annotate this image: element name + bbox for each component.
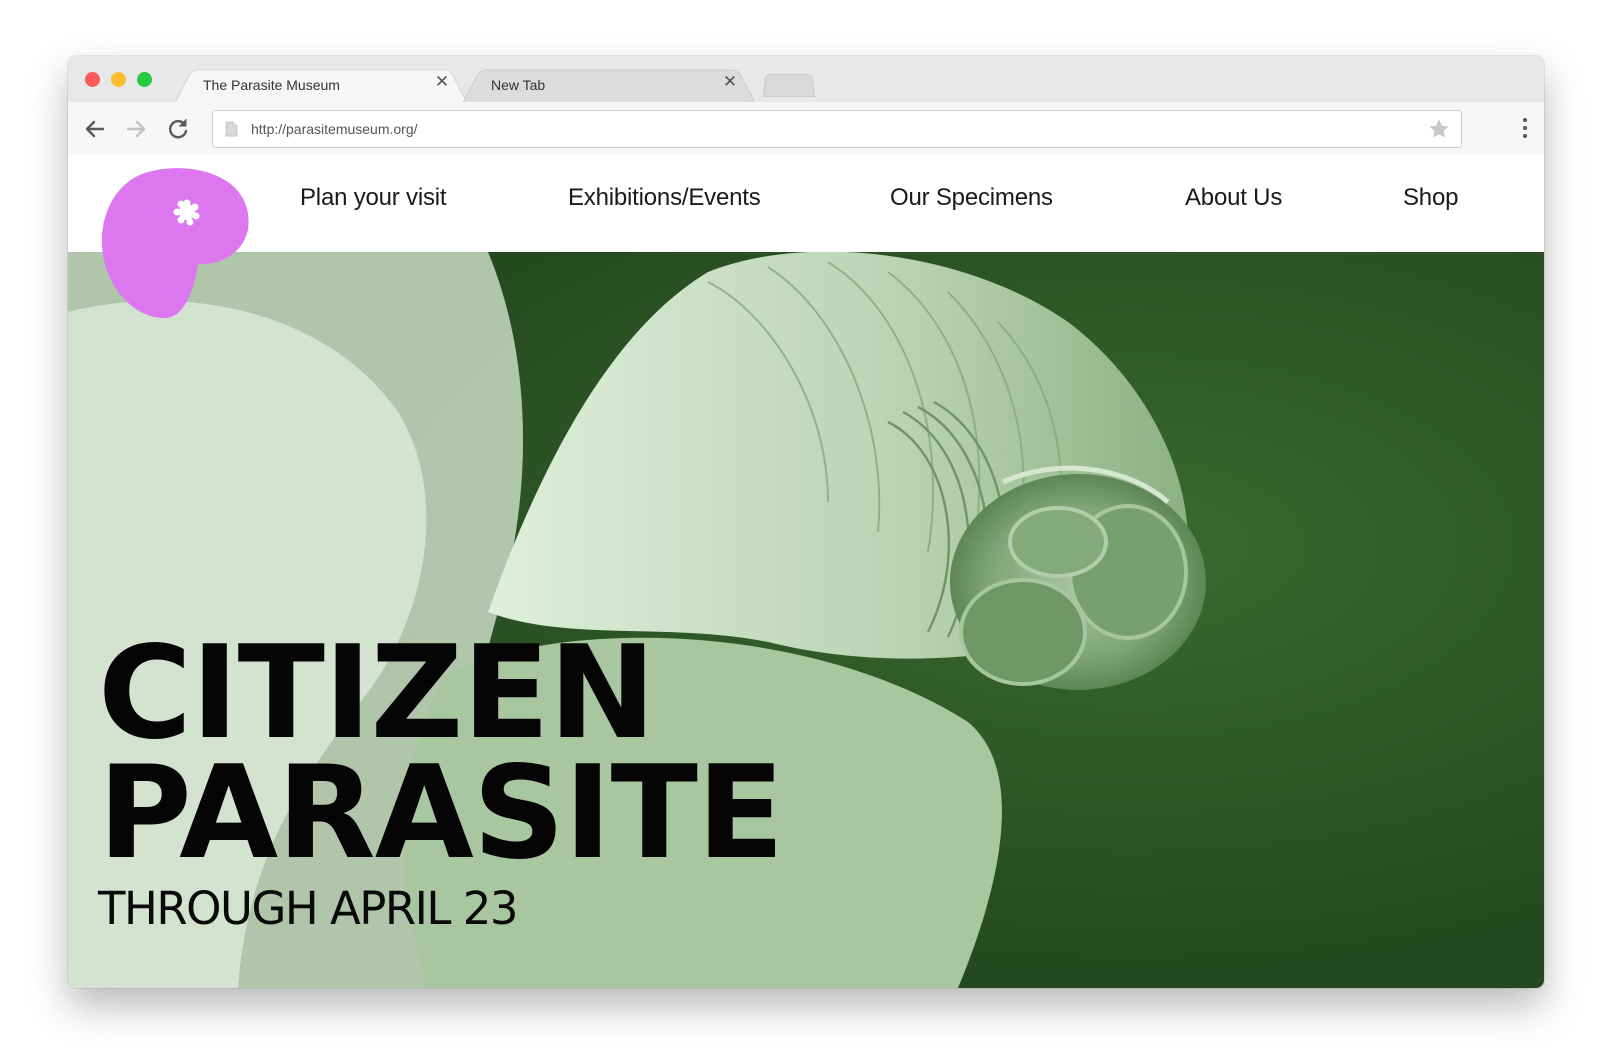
site-navigation: Plan your visit Exhibitions/Events Our S… xyxy=(68,154,1544,252)
maximize-window-button[interactable] xyxy=(137,72,152,87)
close-window-button[interactable] xyxy=(85,72,100,87)
minimize-window-button[interactable] xyxy=(111,72,126,87)
nav-exhibitions-events[interactable]: Exhibitions/Events xyxy=(568,184,761,212)
browser-toolbar: http://parasitemuseum.org/ xyxy=(68,102,1544,155)
nav-plan-your-visit[interactable]: Plan your visit xyxy=(300,184,447,212)
address-bar[interactable]: http://parasitemuseum.org/ xyxy=(212,110,1462,148)
tab-parasite-museum[interactable]: The Parasite Museum ✕ xyxy=(176,66,466,102)
reload-icon[interactable] xyxy=(165,116,191,142)
nav-our-specimens[interactable]: Our Specimens xyxy=(890,184,1053,212)
nav-shop[interactable]: Shop xyxy=(1403,184,1458,212)
page-icon xyxy=(225,121,238,137)
browser-menu-icon[interactable] xyxy=(1522,118,1528,140)
hero-title-line2: PARASITE xyxy=(98,739,784,888)
browser-window: The Parasite Museum ✕ New Tab ✕ http://p… xyxy=(68,56,1544,988)
bookmark-star-icon[interactable] xyxy=(1427,117,1451,141)
nav-about-us[interactable]: About Us xyxy=(1185,184,1282,212)
hero-banner: CITIZEN PARASITE THROUGH APRIL 23 xyxy=(68,252,1544,988)
parasite-museum-logo[interactable] xyxy=(102,166,252,318)
close-tab-icon[interactable]: ✕ xyxy=(432,72,452,92)
url-text: http://parasitemuseum.org/ xyxy=(251,121,418,137)
hero-title-line1: CITIZEN xyxy=(98,619,656,768)
tab-strip: The Parasite Museum ✕ New Tab ✕ xyxy=(68,56,1544,102)
back-arrow-icon[interactable] xyxy=(82,116,108,142)
new-tab-button[interactable] xyxy=(764,72,814,96)
tab-title: The Parasite Museum xyxy=(203,77,340,93)
close-tab-icon[interactable]: ✕ xyxy=(720,72,740,92)
forward-arrow-icon[interactable] xyxy=(123,116,149,142)
tab-title: New Tab xyxy=(491,77,546,93)
tab-new-tab[interactable]: New Tab ✕ xyxy=(464,66,754,102)
webpage: Plan your visit Exhibitions/Events Our S… xyxy=(68,154,1544,988)
hero-subtitle: THROUGH APRIL 23 xyxy=(98,882,519,935)
